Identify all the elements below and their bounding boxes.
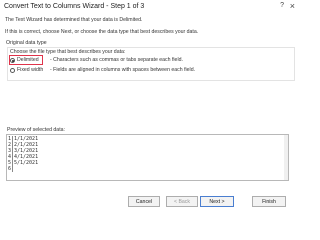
radio-delimited-label[interactable]: Delimited bbox=[17, 57, 39, 63]
radio-fixed-width-label[interactable]: Fixed width bbox=[17, 67, 43, 73]
finish-button[interactable]: Finish bbox=[252, 196, 286, 207]
dialog-title: Convert Text to Columns Wizard - Step 1 … bbox=[4, 3, 145, 10]
back-button[interactable]: < Back bbox=[166, 196, 198, 207]
preview-box[interactable]: 1 1/1/2021 2 2/1/2021 3 3/1/2021 4 4/1/2021 … bbox=[6, 134, 289, 181]
preview-rows: 1 1/1/2021 2 2/1/2021 3 3/1/2021 4 4/1/2021 … bbox=[8, 136, 38, 172]
preview-scrollbar[interactable] bbox=[284, 135, 288, 180]
radio-icon-selected[interactable] bbox=[10, 57, 15, 63]
preview-row: 6 bbox=[8, 166, 13, 172]
intro-text-2: If this is correct, choose Next, or choo… bbox=[5, 29, 199, 35]
close-button[interactable]: × bbox=[290, 1, 295, 11]
next-button[interactable]: Next > bbox=[200, 196, 234, 207]
convert-text-dialog: Convert Text to Columns Wizard - Step 1 … bbox=[0, 0, 300, 210]
cancel-button[interactable]: Cancel bbox=[128, 196, 160, 207]
radio-delimited[interactable]: Delimited bbox=[10, 57, 39, 63]
help-button[interactable]: ? bbox=[280, 2, 284, 9]
preview-label: Preview of selected data: bbox=[7, 127, 65, 133]
delimited-description: - Characters such as commas or tabs sepa… bbox=[50, 57, 183, 63]
group-legend: Original data type bbox=[5, 40, 48, 46]
fixed-width-description: - Fields are aligned in columns with spa… bbox=[50, 67, 196, 73]
intro-text-1: The Text Wizard has determined that your… bbox=[5, 17, 143, 23]
radio-icon-unselected[interactable] bbox=[10, 67, 15, 73]
radio-fixed-width[interactable]: Fixed width bbox=[10, 67, 43, 73]
title-bar: Convert Text to Columns Wizard - Step 1 … bbox=[0, 0, 300, 15]
